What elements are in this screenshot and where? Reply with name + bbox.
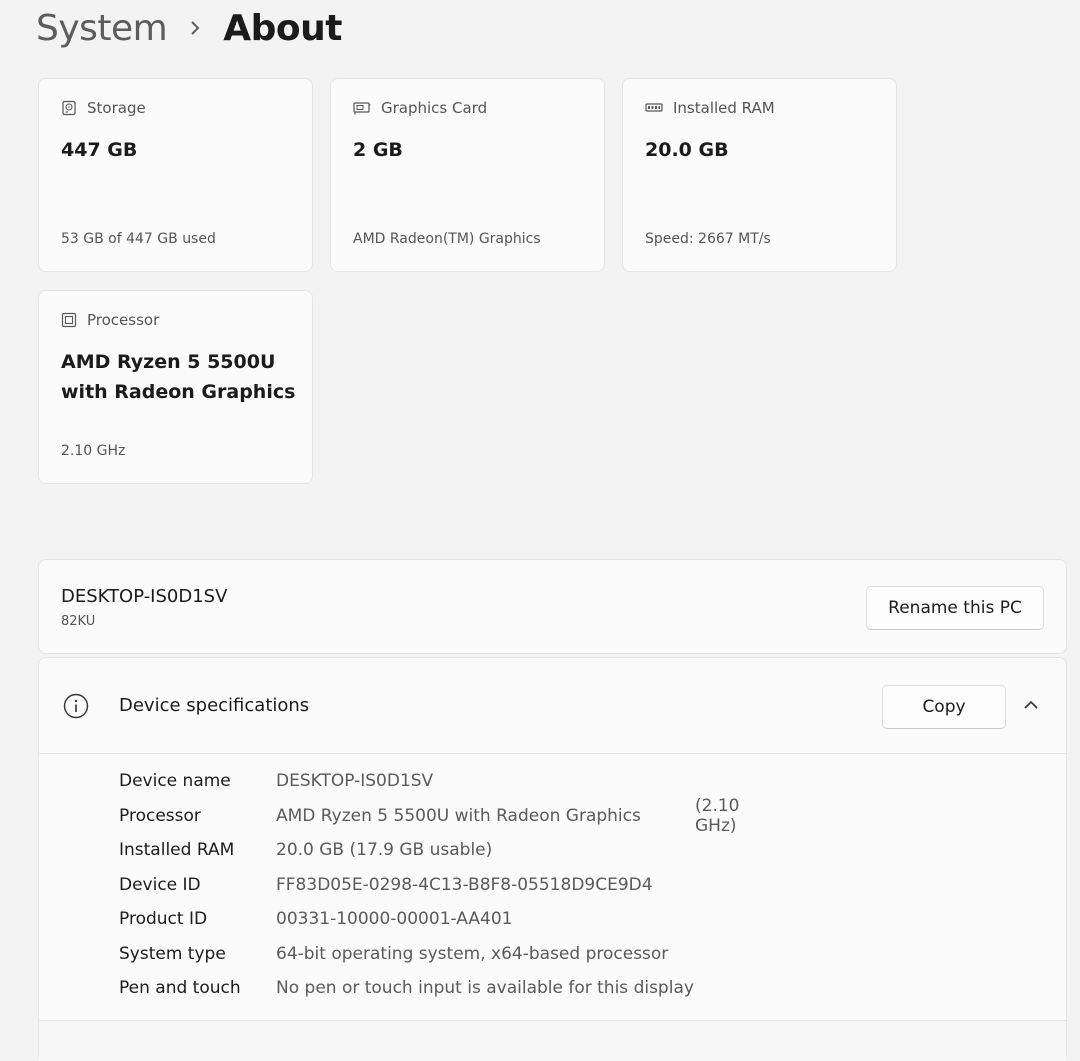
spec-row-product-id: Product ID 00331-10000-00001-AA401 bbox=[119, 902, 694, 937]
spec-row-device-id: Device ID FF83D05E-0298-4C13-B8F8-05518D… bbox=[119, 868, 694, 903]
graphics-model: AMD Radeon(TM) Graphics bbox=[353, 231, 541, 247]
storage-card: Storage 447 GB 53 GB of 447 GB used bbox=[38, 78, 313, 272]
processor-card: Processor AMD Ryzen 5 5500U with Radeon … bbox=[38, 290, 313, 484]
device-specifications-header[interactable]: Device specifications Copy bbox=[39, 658, 1066, 754]
ram-icon bbox=[645, 100, 663, 116]
rename-pc-button[interactable]: Rename this PC bbox=[866, 586, 1044, 630]
processor-value-line2: with Radeon Graphics bbox=[61, 381, 296, 403]
spec-label: Processor bbox=[119, 805, 201, 826]
device-model: 82KU bbox=[61, 614, 96, 629]
storage-card-title: Storage bbox=[87, 99, 146, 117]
spec-value: FF83D05E-0298-4C13-B8F8-05518D9CE9D4 bbox=[276, 874, 653, 895]
ram-card-title: Installed RAM bbox=[673, 99, 775, 117]
spec-label: System type bbox=[119, 943, 226, 964]
spec-list: Device name DESKTOP-IS0D1SV Processor AM… bbox=[119, 764, 739, 1006]
spec-value: 20.0 GB (17.9 GB usable) bbox=[276, 840, 493, 861]
device-name: DESKTOP-IS0D1SV bbox=[61, 586, 228, 607]
spec-value: 64-bit operating system, x64-based proce… bbox=[276, 943, 669, 964]
related-links-strip bbox=[39, 1020, 1066, 1061]
info-icon bbox=[63, 693, 89, 723]
ram-value: 20.0 GB bbox=[645, 139, 729, 161]
spec-row-pen-and-touch: Pen and touch No pen or touch input is a… bbox=[119, 971, 694, 1006]
breadcrumb-system[interactable]: System bbox=[36, 8, 168, 49]
storage-value: 447 GB bbox=[61, 139, 138, 161]
spec-value: AMD Ryzen 5 5500U with Radeon Graphics bbox=[276, 805, 641, 826]
spec-value: DESKTOP-IS0D1SV bbox=[276, 771, 434, 792]
spec-extra: (2.10 GHz) bbox=[695, 795, 740, 836]
processor-card-header: Processor bbox=[61, 311, 159, 329]
spec-value: No pen or touch input is available for t… bbox=[276, 978, 694, 999]
processor-speed: 2.10 GHz bbox=[61, 443, 126, 459]
ram-card: Installed RAM 20.0 GB Speed: 2667 MT/s bbox=[622, 78, 897, 272]
spec-row-system-type: System type 64-bit operating system, x64… bbox=[119, 937, 694, 972]
graphics-card-icon bbox=[353, 100, 371, 116]
processor-icon bbox=[61, 312, 77, 328]
graphics-card-card: Graphics Card 2 GB AMD Radeon(TM) Graphi… bbox=[330, 78, 605, 272]
device-specifications-panel: Device specifications Copy Device name D… bbox=[38, 657, 1067, 1061]
graphics-card-title: Graphics Card bbox=[381, 99, 488, 117]
storage-icon bbox=[61, 100, 77, 116]
graphics-value: 2 GB bbox=[353, 139, 403, 161]
spec-label: Installed RAM bbox=[119, 840, 235, 861]
chevron-up-icon[interactable] bbox=[1022, 696, 1040, 718]
page-title: About bbox=[223, 7, 342, 49]
spec-row-processor: Processor AMD Ryzen 5 5500U with Radeon … bbox=[119, 796, 739, 836]
processor-value: AMD Ryzen 5 5500U with Radeon Graphics bbox=[61, 347, 301, 407]
storage-card-header: Storage bbox=[61, 99, 146, 117]
storage-usage: 53 GB of 447 GB used bbox=[61, 231, 216, 247]
breadcrumb: System About bbox=[36, 6, 342, 50]
spec-label: Device name bbox=[119, 771, 231, 792]
device-name-panel: DESKTOP-IS0D1SV 82KU Rename this PC bbox=[38, 559, 1067, 654]
spec-row-installed-ram: Installed RAM 20.0 GB (17.9 GB usable) bbox=[119, 833, 694, 868]
ram-speed: Speed: 2667 MT/s bbox=[645, 231, 771, 247]
device-specifications-title: Device specifications bbox=[119, 695, 310, 716]
spec-label: Pen and touch bbox=[119, 978, 241, 999]
spec-label: Product ID bbox=[119, 909, 208, 930]
processor-value-line1: AMD Ryzen 5 5500U bbox=[61, 351, 276, 373]
ram-card-header: Installed RAM bbox=[645, 99, 775, 117]
chevron-right-icon bbox=[189, 20, 201, 36]
copy-button[interactable]: Copy bbox=[882, 685, 1006, 729]
processor-card-title: Processor bbox=[87, 311, 160, 329]
spec-value: 00331-10000-00001-AA401 bbox=[276, 909, 513, 930]
spec-label: Device ID bbox=[119, 874, 201, 895]
spec-row-device-name: Device name DESKTOP-IS0D1SV bbox=[119, 764, 694, 799]
graphics-card-header: Graphics Card bbox=[353, 99, 487, 117]
